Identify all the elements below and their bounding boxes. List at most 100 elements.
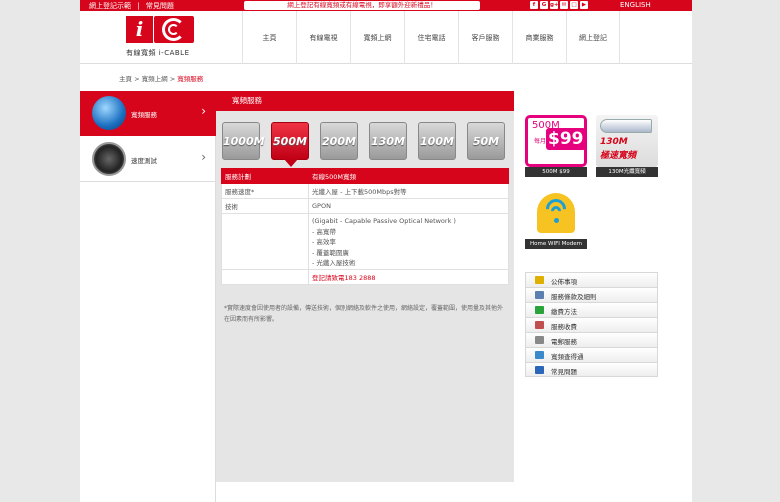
table-row: 服務速度* 光纖入屋 - 上下載500Mbps對等 <box>221 183 509 199</box>
sidebar-item-speed-test[interactable]: 速度測試 › <box>80 137 216 182</box>
instagram-icon[interactable]: G <box>540 1 548 9</box>
promo-130m-image: 130M 極速寬頻 <box>596 115 658 167</box>
nav-broadband[interactable]: 寬頻上網 <box>350 11 404 64</box>
chevron-right-icon: › <box>201 104 206 118</box>
breadcrumb-separator: > <box>169 75 176 83</box>
broadband-check-icon <box>535 351 544 359</box>
table-cell: GPON <box>308 198 509 214</box>
logo-text: 有線寬頻 i-CABLE <box>126 49 190 57</box>
quick-link-item[interactable]: 寬頻查得通 <box>525 347 658 362</box>
youtube-icon[interactable]: ▶ <box>580 1 588 9</box>
quick-link-item[interactable]: 公佈事項 <box>525 272 658 287</box>
table-header-cell: 服務計劃 <box>221 168 309 184</box>
breadcrumb-section[interactable]: 寬頻上網 <box>142 75 168 83</box>
promo-caption: 500M $99 <box>525 167 587 177</box>
quick-link-label: 服務條款及細則 <box>551 293 597 301</box>
plan-table: 服務計劃 有線500M寬頻 服務速度* 光纖入屋 - 上下載500Mbps對等 … <box>221 168 509 285</box>
logo-i-icon: i <box>126 16 153 43</box>
technology-details-cell: (Gigabit - Capable Passive Optical Netwo… <box>308 213 509 270</box>
mobile-icon[interactable]: □ <box>570 1 578 9</box>
top-links: 網上登記示範 | 常見問題 <box>89 1 178 11</box>
speed-disclaimer: *實際速度會因使用者的設備，傳送技術，個別網絡及軟件之使用，網絡設定，覆蓋範圍，… <box>224 305 504 323</box>
quick-link-label: 電郵服務 <box>551 338 577 346</box>
speedometer-icon <box>92 142 126 176</box>
email-icon <box>535 336 544 344</box>
quick-link-item[interactable]: 電郵服務 <box>525 332 658 347</box>
promo-130m-card[interactable]: 130M 極速寬頻 130M光纖寬頻 <box>596 115 658 177</box>
globe-icon <box>92 96 126 130</box>
social-icons: f G g+ ✉ □ ▶ <box>530 1 588 9</box>
technology-detail: - 覆蓋範圍廣 <box>312 248 349 257</box>
quick-link-label: 常見問題 <box>551 368 577 376</box>
tab-1000m[interactable]: 1000M <box>222 122 265 160</box>
table-cell <box>221 213 309 270</box>
table-header-cell: 有線500M寬頻 <box>308 168 509 184</box>
online-registration-demo-link[interactable]: 網上登記示範 <box>89 2 131 10</box>
tab-100m[interactable]: 100M <box>418 122 456 160</box>
mail-icon[interactable]: ✉ <box>560 1 568 9</box>
nav-customer-service[interactable]: 客戶服務 <box>458 11 512 64</box>
quick-link-item[interactable]: 服務條款及細則 <box>525 287 658 302</box>
table-row: (Gigabit - Capable Passive Optical Netwo… <box>221 213 509 270</box>
technology-detail: - 高效率 <box>312 238 336 246</box>
wifi-dot <box>554 218 559 223</box>
payment-icon <box>535 306 544 314</box>
technology-detail: - 高寬帶 <box>312 227 336 236</box>
faq-link[interactable]: 常見問題 <box>146 2 174 10</box>
sidebar-item-label: 速度測試 <box>131 157 157 165</box>
nav-cable-tv[interactable]: 有線電視 <box>296 11 350 64</box>
top-bar: 網上登記示範 | 常見問題 網上登記有線寬頻或有線電視，即享額外迎新禮品！ f … <box>80 0 692 11</box>
promo-banner[interactable]: 網上登記有線寬頻或有線電視，即享額外迎新禮品！ <box>244 1 480 10</box>
facebook-icon[interactable]: f <box>530 1 538 9</box>
faq-icon <box>535 366 544 374</box>
technology-detail: - 光纖入屋技術 <box>312 259 356 267</box>
promo-caption: Home WIFI Modem <box>525 239 587 249</box>
sidebar: 寬頻服務 › 速度測試 › <box>80 91 216 502</box>
quick-link-label: 繳費方法 <box>551 308 577 316</box>
nav-home-phone[interactable]: 住宅電話 <box>404 11 458 64</box>
promo-500m-image: 500M 每月 $99 <box>525 115 587 167</box>
tab-130m[interactable]: 130M <box>369 122 407 160</box>
chevron-right-icon: › <box>201 150 206 164</box>
tab-50m[interactable]: 50M <box>467 122 505 160</box>
quick-link-label: 寬頻查得通 <box>551 353 584 361</box>
quick-link-label: 公佈事項 <box>551 278 577 286</box>
table-row: 技術 GPON <box>221 198 509 214</box>
sidebar-item-broadband-service[interactable]: 寬頻服務 › <box>80 91 216 136</box>
logo-c-icon <box>154 16 194 43</box>
nav-online-registration[interactable]: 網上登記 <box>566 11 620 64</box>
nav-home[interactable]: 主頁 <box>242 11 296 64</box>
nav-business[interactable]: 商業服務 <box>512 11 566 64</box>
quick-link-item[interactable]: 服務收費 <box>525 317 658 332</box>
table-cell: 服務速度* <box>221 183 309 199</box>
top-links-separator: | <box>137 2 140 10</box>
quick-link-item[interactable]: 常見問題 <box>525 362 658 377</box>
main-content: 寬頻服務 1000M 500M 200M 130M 100M 50M 服務計劃 … <box>216 91 514 482</box>
breadcrumb-separator: > <box>134 75 140 83</box>
breadcrumb: 主頁 > 寬頻上網 > 寬頻服務 <box>119 73 203 83</box>
tab-200m[interactable]: 200M <box>320 122 358 160</box>
table-cell: 光纖入屋 - 上下載500Mbps對等 <box>308 183 509 199</box>
quick-link-item[interactable]: 繳費方法 <box>525 302 658 317</box>
terms-icon <box>535 291 544 299</box>
registration-hotline[interactable]: 登記請致電183 2888 <box>308 268 509 285</box>
table-cell <box>221 268 309 285</box>
header: i 有線寬頻 i-CABLE 主頁 有線電視 寬頻上網 住宅電話 客戶服務 商業… <box>80 11 692 64</box>
promo-500m-card[interactable]: 500M 每月 $99 500M $99 <box>525 115 587 177</box>
promo-tagline: 極速寬頻 <box>600 151 637 161</box>
sidebar-item-label: 寬頻服務 <box>131 111 157 119</box>
promo-wifi-modem-card[interactable]: Home WIFI Modem <box>525 187 587 249</box>
charges-icon <box>535 321 544 329</box>
promo-wifi-image <box>525 187 587 239</box>
breadcrumb-home[interactable]: 主頁 <box>119 75 132 83</box>
announcements-icon <box>535 276 544 284</box>
table-header-row: 服務計劃 有線500M寬頻 <box>221 168 509 184</box>
quick-link-label: 服務收費 <box>551 323 577 331</box>
google-plus-icon[interactable]: g+ <box>550 1 559 9</box>
main-nav: 主頁 有線電視 寬頻上網 住宅電話 客戶服務 商業服務 網上登記 <box>242 11 620 64</box>
table-cell: 技術 <box>221 198 309 214</box>
language-switch[interactable]: ENGLISH <box>620 1 651 9</box>
technology-detail: (Gigabit - Capable Passive Optical Netwo… <box>312 217 456 225</box>
tab-500m[interactable]: 500M <box>271 122 309 167</box>
logo[interactable]: i 有線寬頻 i-CABLE <box>126 16 200 63</box>
